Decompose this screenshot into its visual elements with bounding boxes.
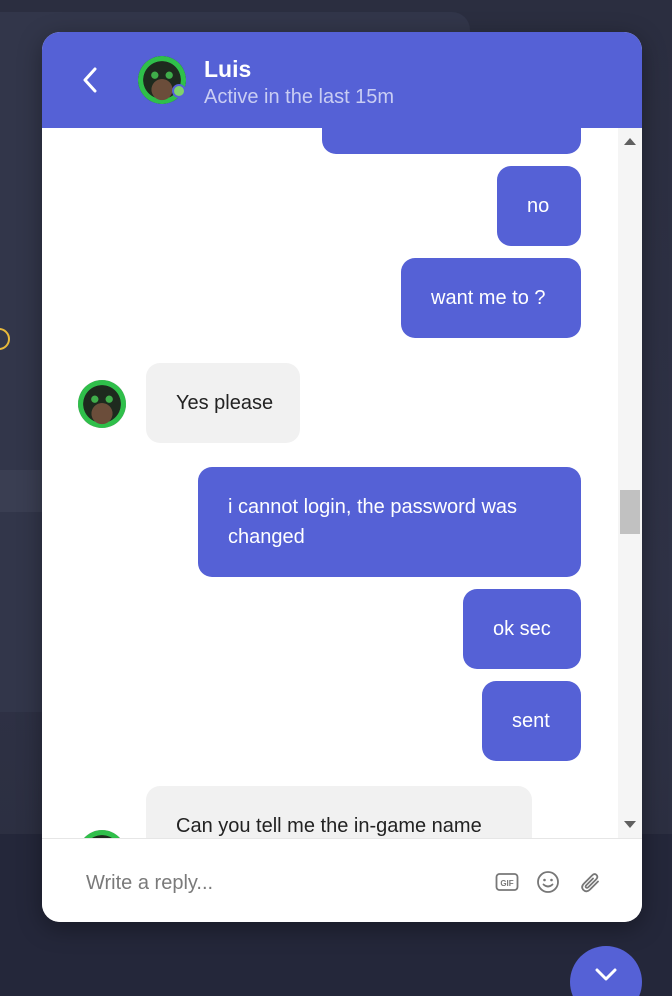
- scroll-down-arrow-icon[interactable]: [624, 821, 636, 828]
- message-text: want me to ?: [431, 287, 546, 309]
- message-bubble: no: [497, 166, 581, 246]
- attach-button[interactable]: [577, 869, 603, 895]
- scroll-up-arrow-icon[interactable]: [624, 138, 636, 145]
- paperclip-icon: [581, 873, 599, 893]
- chevron-down-icon: [595, 968, 617, 981]
- emoji-icon: [537, 871, 559, 893]
- message-text: no: [527, 195, 550, 217]
- contact-avatar: [138, 56, 186, 104]
- emoji-button[interactable]: [535, 869, 561, 895]
- online-status-indicator: [172, 84, 186, 98]
- chat-widget: Luis Active in the last 15m no want me t…: [42, 32, 642, 922]
- message-text: sent: [512, 710, 550, 732]
- message-bubble: i cannot login, the password was changed: [198, 467, 581, 577]
- message-list[interactable]: no want me to ? Yes please i cannot logi…: [42, 128, 614, 838]
- gif-button[interactable]: GIF: [494, 869, 520, 895]
- message-bubble-partial: [322, 128, 581, 154]
- svg-text:GIF: GIF: [500, 879, 513, 888]
- chat-header: Luis Active in the last 15m: [42, 32, 642, 128]
- contact-avatar: [78, 380, 126, 428]
- message-text: ok sec: [493, 618, 551, 640]
- message-text: i cannot login, the password was changed: [228, 496, 518, 548]
- contact-name: Luis: [204, 56, 252, 82]
- message-bubble: ok sec: [463, 589, 581, 669]
- contact-avatar: [78, 830, 126, 838]
- message-bubble: Yes please: [146, 363, 300, 443]
- back-button[interactable]: [72, 62, 108, 98]
- chevron-left-icon: [83, 67, 97, 93]
- message-bubble: sent: [482, 681, 581, 761]
- scrollbar-thumb[interactable]: [620, 490, 640, 534]
- message-text: Can you tell me the in-game name: [176, 815, 482, 837]
- message-scrollbar[interactable]: [618, 128, 642, 838]
- message-text: Yes please: [176, 392, 274, 414]
- reply-input[interactable]: [84, 865, 468, 901]
- message-bubble: Can you tell me the in-game name: [146, 786, 532, 838]
- message-bubble: want me to ?: [401, 258, 581, 338]
- reply-composer: GIF: [42, 838, 642, 922]
- gif-icon: GIF: [495, 873, 519, 891]
- contact-status: Active in the last 15m: [204, 86, 395, 108]
